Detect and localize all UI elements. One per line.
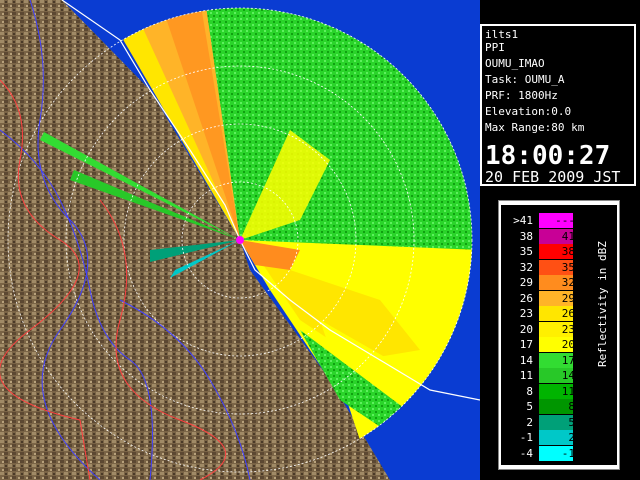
legend-lower-bound: -4 xyxy=(519,446,533,460)
legend-lower-bound: 8 xyxy=(526,384,533,398)
legend-upper-bound: 32 xyxy=(561,276,575,289)
legend-lower-bound: 20 xyxy=(519,322,533,336)
legend-lower-bound: 26 xyxy=(519,291,533,305)
legend-upper-bound: 29 xyxy=(561,291,575,305)
radar-ppi-map xyxy=(0,0,480,480)
legend-upper-bound: 14 xyxy=(561,369,575,382)
observation-date: 20 FEB 2009 JST xyxy=(485,168,621,186)
legend-lower-bound: 14 xyxy=(519,353,533,367)
legend-upper-bound: 23 xyxy=(561,322,575,336)
legend-lower-bound: 23 xyxy=(519,307,533,320)
product-type: PPI xyxy=(485,41,505,54)
legend-upper-bound: -1 xyxy=(561,446,575,460)
info-panel: ilts1 PPI OUMU_IMAO Task: OUMU_A PRF: 18… xyxy=(480,24,636,186)
legend-upper-bound: 35 xyxy=(561,260,575,274)
legend-upper-bound: 41 xyxy=(561,229,575,243)
legend-lower-bound: 38 xyxy=(519,229,533,243)
legend-upper-bound: 2 xyxy=(568,431,575,444)
prf-value: PRF: 1800Hz xyxy=(485,89,558,102)
legend-lower-bound: 35 xyxy=(519,245,533,258)
legend-upper-bound: 20 xyxy=(561,338,575,351)
legend-lower-bound: 11 xyxy=(519,369,533,382)
legend-upper-bound: 26 xyxy=(561,307,575,320)
observation-time: 18:00:27 xyxy=(485,141,611,171)
legend-row: -4 -1 xyxy=(501,445,617,461)
radar-name: ilts1 xyxy=(485,28,519,41)
legend-lower-bound: 32 xyxy=(519,260,533,274)
legend-title: Reflectivity in dBZ xyxy=(596,241,609,367)
elevation-value: Elevation:0.0 xyxy=(485,105,572,118)
legend-upper-bound: 17 xyxy=(561,353,575,367)
legend-lower-bound: 17 xyxy=(519,338,533,351)
legend-row: 25 xyxy=(501,414,617,430)
radar-ppi-svg xyxy=(0,0,480,480)
legend-upper-bound: 5 xyxy=(568,415,575,429)
max-range-value: Max Range:80 km xyxy=(485,121,585,134)
radar-origin-icon xyxy=(236,236,244,244)
legend-lower-bound: 2 xyxy=(526,415,533,429)
legend-lower-bound: 29 xyxy=(519,276,533,289)
legend-row: -1 2 xyxy=(501,430,617,445)
legend-lower-bound: 5 xyxy=(526,400,533,413)
site-name: OUMU_IMAO xyxy=(485,57,545,70)
legend-upper-bound: 11 xyxy=(561,384,575,398)
legend-upper-bound: 8 xyxy=(568,400,575,413)
legend-lower-bound: >41 xyxy=(513,214,533,227)
legend-lower-bound: -1 xyxy=(519,431,533,444)
task-name: Task: OUMU_A xyxy=(485,73,565,86)
legend-upper-bound: 38 xyxy=(561,245,575,258)
legend-upper-bound: --- xyxy=(555,214,575,227)
